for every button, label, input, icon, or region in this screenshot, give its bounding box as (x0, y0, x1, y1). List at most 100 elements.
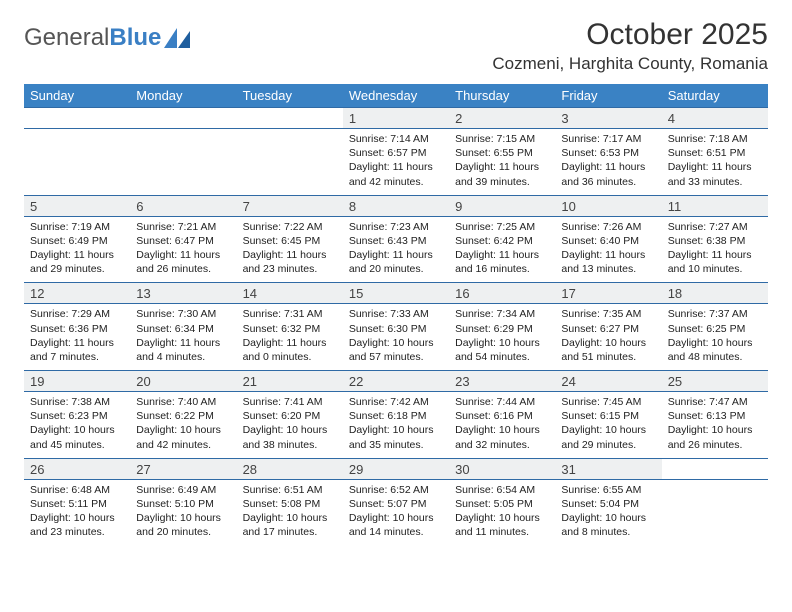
sunrise-line: Sunrise: 7:21 AM (136, 220, 230, 234)
day-info-cell: Sunrise: 7:41 AMSunset: 6:20 PMDaylight:… (237, 392, 343, 459)
daylight-line: Daylight: 10 hours and 42 minutes. (136, 423, 230, 451)
day-info-cell: Sunrise: 7:25 AMSunset: 6:42 PMDaylight:… (449, 216, 555, 283)
sunset-line: Sunset: 6:57 PM (349, 146, 443, 160)
day-number-cell: 17 (555, 283, 661, 304)
daylight-line: Daylight: 10 hours and 20 minutes. (136, 511, 230, 539)
day-info-cell: Sunrise: 7:33 AMSunset: 6:30 PMDaylight:… (343, 304, 449, 371)
sunrise-line: Sunrise: 7:37 AM (668, 307, 762, 321)
day-number-cell: 15 (343, 283, 449, 304)
sunrise-line: Sunrise: 7:15 AM (455, 132, 549, 146)
day-info-cell: Sunrise: 7:38 AMSunset: 6:23 PMDaylight:… (24, 392, 130, 459)
sunset-line: Sunset: 5:08 PM (243, 497, 337, 511)
daylight-line: Daylight: 10 hours and 54 minutes. (455, 336, 549, 364)
day-number-cell: 30 (449, 458, 555, 479)
day-number-cell: 6 (130, 195, 236, 216)
day-number-cell: 23 (449, 371, 555, 392)
day-number-cell (24, 108, 130, 129)
sunrise-line: Sunrise: 7:14 AM (349, 132, 443, 146)
sunset-line: Sunset: 6:34 PM (136, 322, 230, 336)
sunset-line: Sunset: 5:11 PM (30, 497, 124, 511)
sunset-line: Sunset: 6:51 PM (668, 146, 762, 160)
sunset-line: Sunset: 6:53 PM (561, 146, 655, 160)
sunset-line: Sunset: 6:29 PM (455, 322, 549, 336)
day-info-row: Sunrise: 7:38 AMSunset: 6:23 PMDaylight:… (24, 392, 768, 459)
daylight-line: Daylight: 11 hours and 16 minutes. (455, 248, 549, 276)
day-number-cell: 26 (24, 458, 130, 479)
daylight-line: Daylight: 11 hours and 29 minutes. (30, 248, 124, 276)
header: GeneralBlue October 2025 Cozmeni, Harghi… (24, 18, 768, 74)
brand-part1: General (24, 24, 109, 52)
location: Cozmeni, Harghita County, Romania (492, 54, 768, 74)
day-info-cell: Sunrise: 7:29 AMSunset: 6:36 PMDaylight:… (24, 304, 130, 371)
day-number-cell: 13 (130, 283, 236, 304)
day-number-cell: 5 (24, 195, 130, 216)
sunrise-line: Sunrise: 7:29 AM (30, 307, 124, 321)
day-number-cell: 2 (449, 108, 555, 129)
daylight-line: Daylight: 10 hours and 11 minutes. (455, 511, 549, 539)
day-number-cell: 14 (237, 283, 343, 304)
sunrise-line: Sunrise: 7:18 AM (668, 132, 762, 146)
day-info-cell: Sunrise: 6:54 AMSunset: 5:05 PMDaylight:… (449, 479, 555, 545)
day-info-cell: Sunrise: 7:37 AMSunset: 6:25 PMDaylight:… (662, 304, 768, 371)
day-number-row: 262728293031 (24, 458, 768, 479)
sunrise-line: Sunrise: 6:55 AM (561, 483, 655, 497)
day-number-cell (662, 458, 768, 479)
weekday-header: Sunday (24, 84, 130, 108)
sunrise-line: Sunrise: 7:23 AM (349, 220, 443, 234)
day-info-cell: Sunrise: 6:48 AMSunset: 5:11 PMDaylight:… (24, 479, 130, 545)
calendar-table: SundayMondayTuesdayWednesdayThursdayFrid… (24, 84, 768, 545)
day-number-cell: 4 (662, 108, 768, 129)
daylight-line: Daylight: 10 hours and 8 minutes. (561, 511, 655, 539)
day-info-cell: Sunrise: 7:22 AMSunset: 6:45 PMDaylight:… (237, 216, 343, 283)
day-number-cell: 24 (555, 371, 661, 392)
day-info-row: Sunrise: 6:48 AMSunset: 5:11 PMDaylight:… (24, 479, 768, 545)
day-info-cell: Sunrise: 7:18 AMSunset: 6:51 PMDaylight:… (662, 129, 768, 196)
daylight-line: Daylight: 11 hours and 36 minutes. (561, 160, 655, 188)
weekday-header: Tuesday (237, 84, 343, 108)
sunrise-line: Sunrise: 7:30 AM (136, 307, 230, 321)
day-number-cell: 31 (555, 458, 661, 479)
daylight-line: Daylight: 11 hours and 39 minutes. (455, 160, 549, 188)
sunrise-line: Sunrise: 7:31 AM (243, 307, 337, 321)
sunset-line: Sunset: 6:22 PM (136, 409, 230, 423)
sunrise-line: Sunrise: 7:22 AM (243, 220, 337, 234)
sunrise-line: Sunrise: 7:33 AM (349, 307, 443, 321)
sunset-line: Sunset: 6:36 PM (30, 322, 124, 336)
sunset-line: Sunset: 6:27 PM (561, 322, 655, 336)
daylight-line: Daylight: 11 hours and 7 minutes. (30, 336, 124, 364)
day-number-cell: 9 (449, 195, 555, 216)
sunset-line: Sunset: 6:47 PM (136, 234, 230, 248)
sunrise-line: Sunrise: 7:35 AM (561, 307, 655, 321)
sunrise-line: Sunrise: 6:52 AM (349, 483, 443, 497)
day-number-row: 1234 (24, 108, 768, 129)
sunrise-line: Sunrise: 6:54 AM (455, 483, 549, 497)
daylight-line: Daylight: 11 hours and 0 minutes. (243, 336, 337, 364)
sunrise-line: Sunrise: 7:47 AM (668, 395, 762, 409)
day-number-cell: 7 (237, 195, 343, 216)
daylight-line: Daylight: 10 hours and 23 minutes. (30, 511, 124, 539)
day-number-cell: 22 (343, 371, 449, 392)
day-number-cell: 29 (343, 458, 449, 479)
sunset-line: Sunset: 6:42 PM (455, 234, 549, 248)
day-info-cell: Sunrise: 7:44 AMSunset: 6:16 PMDaylight:… (449, 392, 555, 459)
day-info-cell: Sunrise: 7:15 AMSunset: 6:55 PMDaylight:… (449, 129, 555, 196)
sunset-line: Sunset: 6:25 PM (668, 322, 762, 336)
daylight-line: Daylight: 10 hours and 26 minutes. (668, 423, 762, 451)
day-number-cell: 11 (662, 195, 768, 216)
day-number-cell: 27 (130, 458, 236, 479)
daylight-line: Daylight: 10 hours and 48 minutes. (668, 336, 762, 364)
day-number-row: 19202122232425 (24, 371, 768, 392)
sunset-line: Sunset: 6:30 PM (349, 322, 443, 336)
daylight-line: Daylight: 10 hours and 51 minutes. (561, 336, 655, 364)
sunset-line: Sunset: 6:20 PM (243, 409, 337, 423)
daylight-line: Daylight: 11 hours and 13 minutes. (561, 248, 655, 276)
day-number-cell: 25 (662, 371, 768, 392)
daylight-line: Daylight: 11 hours and 10 minutes. (668, 248, 762, 276)
sunset-line: Sunset: 6:23 PM (30, 409, 124, 423)
calendar-head: SundayMondayTuesdayWednesdayThursdayFrid… (24, 84, 768, 108)
daylight-line: Daylight: 10 hours and 38 minutes. (243, 423, 337, 451)
daylight-line: Daylight: 11 hours and 20 minutes. (349, 248, 443, 276)
daylight-line: Daylight: 10 hours and 35 minutes. (349, 423, 443, 451)
sunset-line: Sunset: 5:07 PM (349, 497, 443, 511)
day-info-cell: Sunrise: 7:30 AMSunset: 6:34 PMDaylight:… (130, 304, 236, 371)
